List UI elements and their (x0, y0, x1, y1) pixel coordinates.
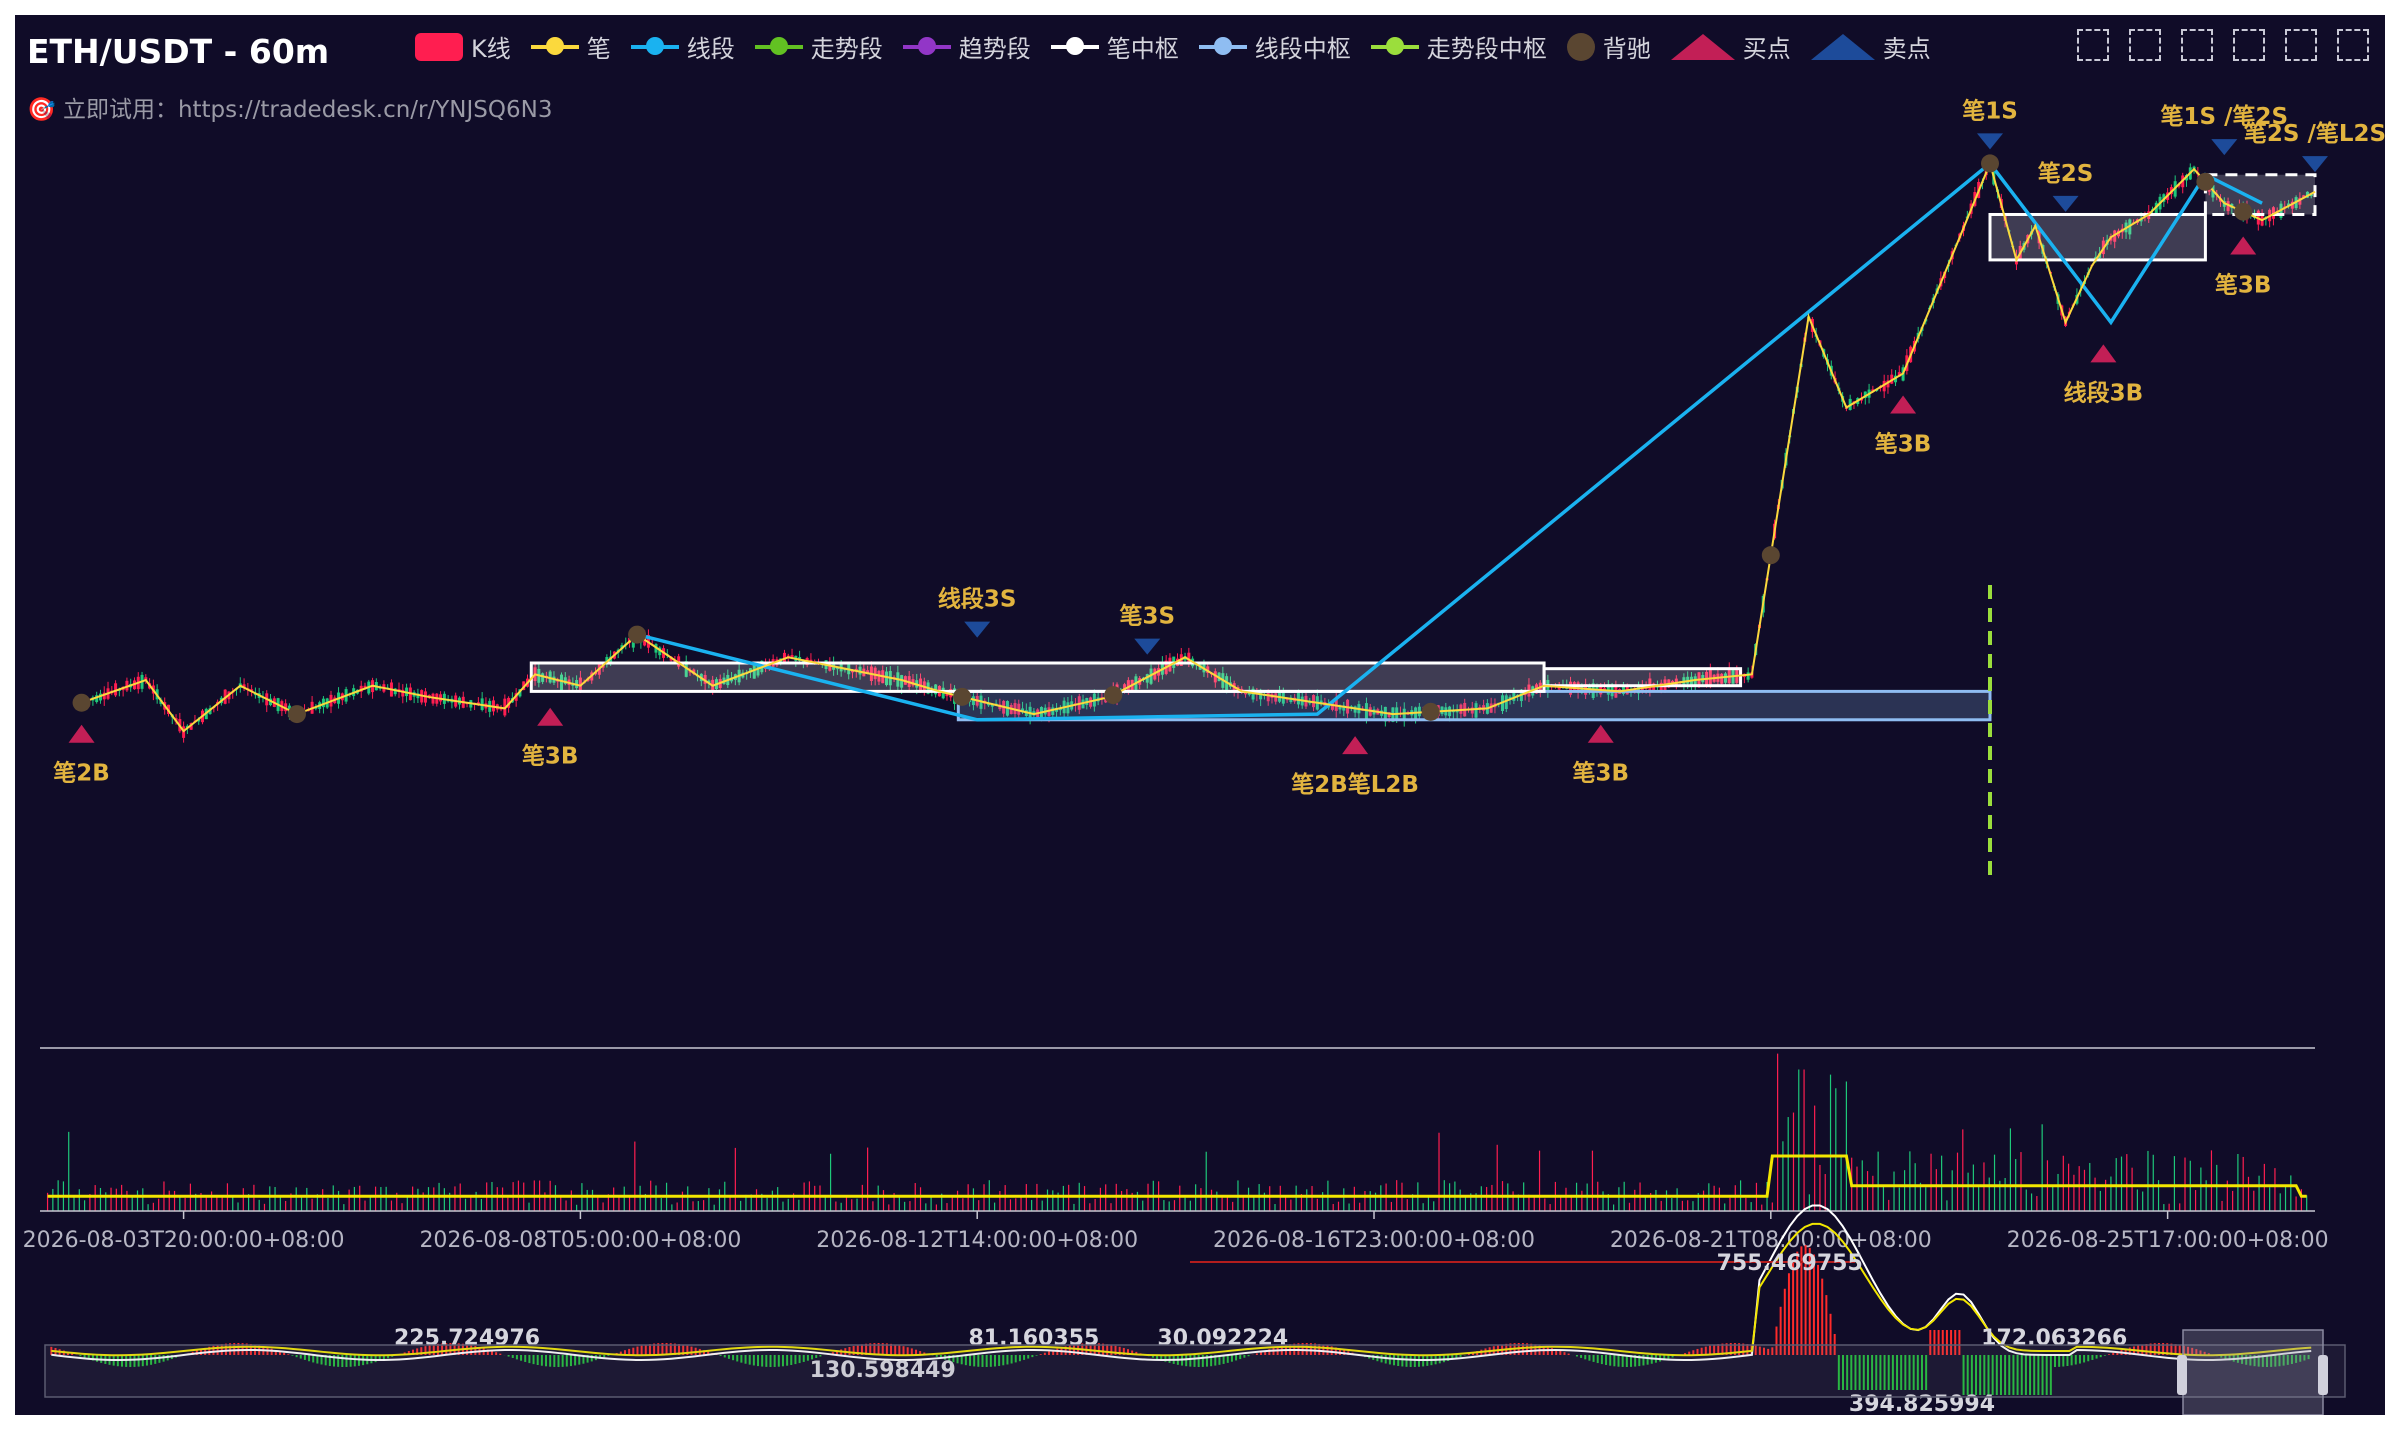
chart-window: ETH/USDT - 60m 🎯 立即试用：https://tradedesk.… (15, 15, 2385, 1415)
kline-chart[interactable]: 笔2B笔3B线段3S笔3S笔2B笔L2B 笔3B笔3B笔1S笔2S线段3B笔1S … (15, 15, 2385, 1415)
beichi-marker (2196, 172, 2215, 191)
beichi-marker (287, 705, 306, 724)
buy-signal-label: 笔3B (2215, 271, 2272, 298)
bi-lines (81, 160, 2316, 733)
zoom-slider-track (44, 1344, 2346, 1398)
buy-signal-label: 线段3B (2064, 379, 2144, 406)
x-tick-label: 2026-08-21T08:00:00+08:00 (1610, 1228, 1932, 1253)
beichi-marker (1981, 154, 1999, 173)
beichi-marker (72, 693, 91, 712)
x-axis: 2026-08-03T20:00:00+08:00 2026-08-08T05:0… (23, 1210, 2329, 1253)
sell-point-icon (1134, 638, 1161, 655)
macd-value-label: 755.469755 (1717, 1251, 1863, 1276)
beichi-marker (628, 625, 647, 644)
buy-point-icon (68, 724, 95, 743)
zoom-slider-window (2182, 1329, 2324, 1415)
sell-point-icon (2211, 139, 2238, 156)
x-tick-label: 2026-08-25T17:00:00+08:00 (2007, 1228, 2329, 1253)
beichi-marker (953, 687, 972, 706)
buy-signal-label: 笔3B (1572, 760, 1629, 787)
candles (83, 155, 2313, 743)
zoom-handle-right-icon (2318, 1355, 2328, 1395)
buy-point-icon (1342, 736, 1369, 755)
zoom-handle-left-icon (2177, 1355, 2187, 1395)
x-tick-label: 2026-08-03T20:00:00+08:00 (23, 1228, 345, 1253)
bi-zhongshu-box (2203, 173, 2317, 216)
sell-signal-label: 笔2S (2038, 160, 2094, 187)
bi-line (81, 160, 2316, 733)
bi-zhongshu-box (529, 661, 1546, 693)
sell-signal-label: 笔3S (1119, 603, 1175, 630)
zhongshu-boxes (529, 173, 2317, 722)
buy-signal-label: 笔3B (522, 743, 579, 770)
sell-signal-label: 线段3S (938, 586, 1017, 613)
x-tick-label: 2026-08-08T05:00:00+08:00 (419, 1228, 741, 1253)
beichi-marker (1761, 546, 1780, 565)
sell-signal-label: 笔1S (1962, 97, 2018, 124)
bi-zhongshu-box (1542, 667, 1743, 688)
buy-signal-label: 笔2B笔L2B (1291, 771, 1419, 798)
beichi-marker (1104, 686, 1123, 705)
sell-point-icon (964, 621, 991, 638)
buy-point-icon (537, 707, 564, 726)
beichi-marker (2234, 202, 2253, 221)
beichi-marker (1421, 702, 1440, 721)
x-tick-label: 2026-08-16T23:00:00+08:00 (1213, 1228, 1535, 1253)
volume-panel (40, 1047, 2315, 1211)
buy-signal-label: 笔2B (53, 760, 110, 787)
sell-point-icon (2302, 156, 2328, 173)
buy-point-icon (1890, 395, 1917, 414)
candle-body (1746, 672, 1750, 680)
buy-signal-label: 笔3B (1875, 430, 1932, 457)
bi-zhongshu-box (1988, 212, 2207, 262)
x-tick-label: 2026-08-12T14:00:00+08:00 (816, 1228, 1138, 1253)
sell-signal-label: 笔2S /笔L2S (2244, 120, 2385, 147)
buy-point-icon (2230, 236, 2257, 255)
sell-point-icon (2052, 195, 2079, 212)
buy-point-icon (2090, 344, 2117, 363)
sell-point-icon (1977, 133, 2003, 150)
buy-point-icon (1587, 724, 1614, 743)
